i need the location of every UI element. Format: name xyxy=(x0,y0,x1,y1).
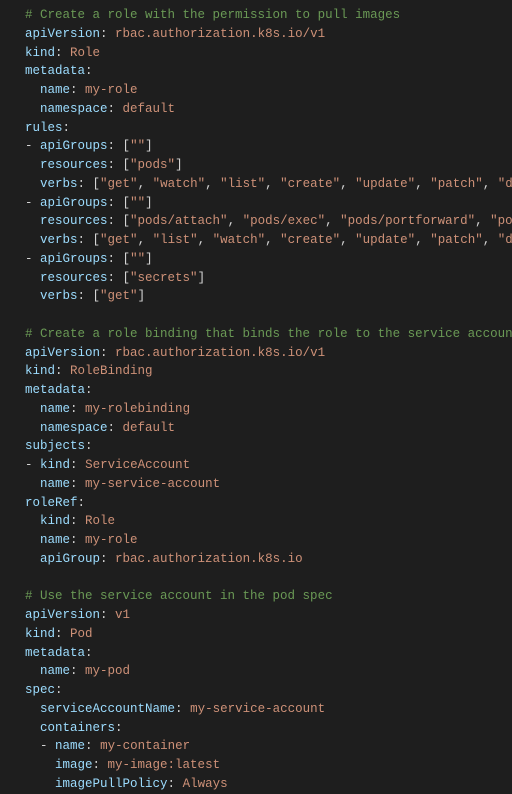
code-line: rules: xyxy=(10,119,502,138)
code-line: - apiGroups: [""] xyxy=(10,250,502,269)
code-line: spec: xyxy=(10,681,502,700)
code-line: metadata: xyxy=(10,62,502,81)
code-line: name: my-rolebinding xyxy=(10,400,502,419)
code-line: resources: ["pods/attach", "pods/exec", … xyxy=(10,212,502,231)
code-line: - kind: ServiceAccount xyxy=(10,456,502,475)
code-line: - name: my-container xyxy=(10,737,502,756)
code-line: resources: ["pods"] xyxy=(10,156,502,175)
code-line: verbs: ["get"] xyxy=(10,287,502,306)
code-line: # Create a role with the permission to p… xyxy=(10,6,502,25)
code-line: - apiGroups: [""] xyxy=(10,137,502,156)
code-line xyxy=(10,306,502,325)
code-line: subjects: xyxy=(10,437,502,456)
code-line: apiGroup: rbac.authorization.k8s.io xyxy=(10,550,502,569)
code-line: apiVersion: rbac.authorization.k8s.io/v1 xyxy=(10,344,502,363)
code-line: roleRef: xyxy=(10,494,502,513)
code-line: verbs: ["get", "watch", "list", "create"… xyxy=(10,175,502,194)
code-line: serviceAccountName: my-service-account xyxy=(10,700,502,719)
code-line: name: my-pod xyxy=(10,662,502,681)
code-line: - apiGroups: [""] xyxy=(10,194,502,213)
code-line: metadata: xyxy=(10,381,502,400)
code-line: kind: RoleBinding xyxy=(10,362,502,381)
code-line: kind: Pod xyxy=(10,625,502,644)
code-line: namespace: default xyxy=(10,419,502,438)
code-line: kind: Role xyxy=(10,44,502,63)
yaml-code-block: # Create a role with the permission to p… xyxy=(10,6,502,794)
code-line: imagePullPolicy: Always xyxy=(10,775,502,794)
code-line: verbs: ["get", "list", "watch", "create"… xyxy=(10,231,502,250)
code-line: apiVersion: v1 xyxy=(10,606,502,625)
code-line: apiVersion: rbac.authorization.k8s.io/v1 xyxy=(10,25,502,44)
code-line: # Use the service account in the pod spe… xyxy=(10,587,502,606)
code-line: name: my-role xyxy=(10,81,502,100)
code-line: image: my-image:latest xyxy=(10,756,502,775)
code-line: resources: ["secrets"] xyxy=(10,269,502,288)
code-line xyxy=(10,569,502,588)
code-line: namespace: default xyxy=(10,100,502,119)
code-line: name: my-role xyxy=(10,531,502,550)
code-line: # Create a role binding that binds the r… xyxy=(10,325,502,344)
code-line: containers: xyxy=(10,719,502,738)
code-line: kind: Role xyxy=(10,512,502,531)
code-line: metadata: xyxy=(10,644,502,663)
code-line: name: my-service-account xyxy=(10,475,502,494)
